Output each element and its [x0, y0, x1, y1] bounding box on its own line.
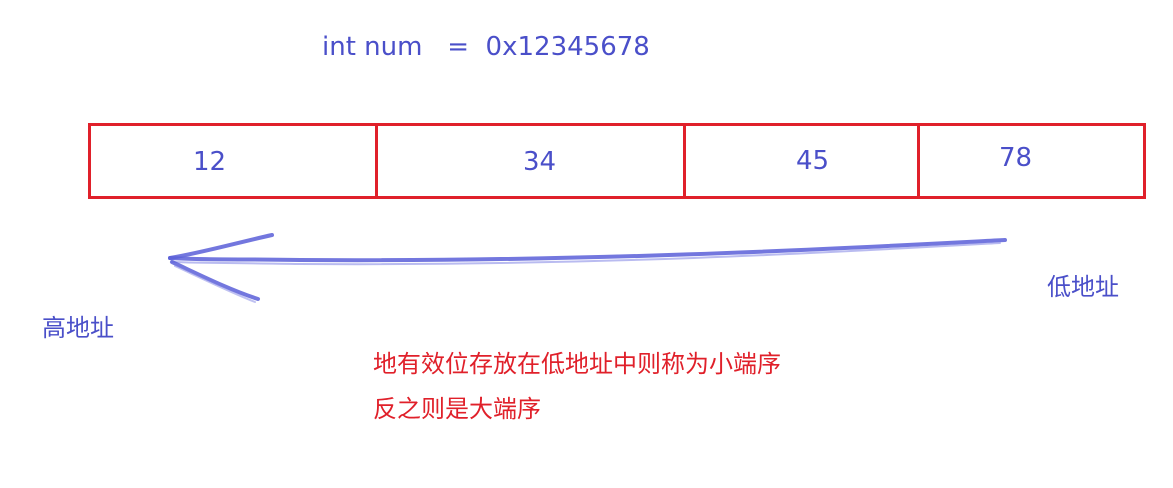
arrow-head-lower [170, 260, 260, 301]
address-direction-arrow [168, 233, 1007, 303]
low-address-label: 低地址 [1047, 273, 1119, 301]
explanation-line-2: 反之则是大端序 [373, 395, 541, 423]
explanation-line-1: 地有效位存放在低地址中则称为小端序 [373, 350, 781, 378]
arrow-head-lower-shadow [174, 265, 256, 303]
arrow-head-upper [168, 233, 274, 260]
high-address-label: 高地址 [42, 314, 114, 342]
